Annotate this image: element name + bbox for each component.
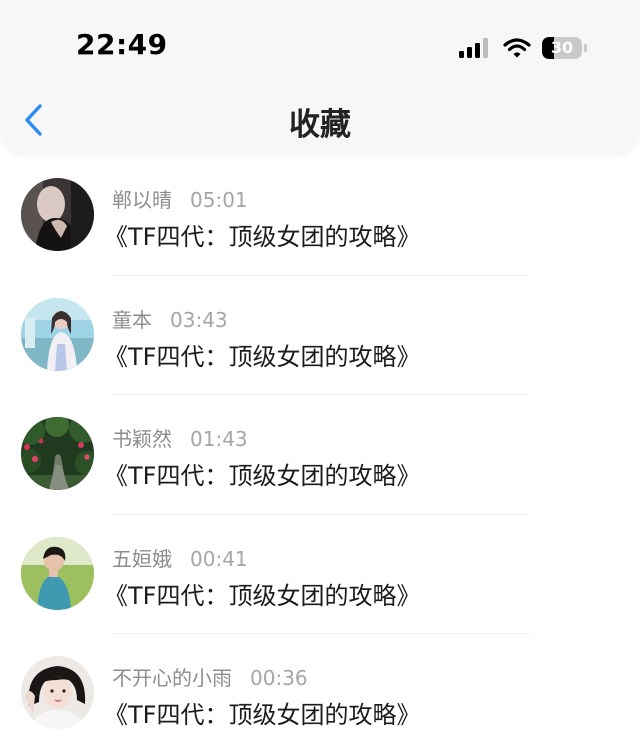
battery-tip: [584, 44, 587, 52]
timestamp: 03:43: [170, 307, 228, 332]
timestamp: 00:36: [250, 666, 308, 690]
avatar[interactable]: [21, 656, 94, 729]
avatar-image: [21, 178, 94, 251]
username[interactable]: 不开心的小雨: [112, 666, 232, 690]
avatar[interactable]: [21, 536, 94, 610]
header-panel: 22:49 30 收藏: [0, 0, 640, 154]
wifi-icon: [503, 38, 531, 58]
avatar-image: [21, 656, 94, 729]
status-time: 22:49: [76, 28, 168, 61]
cellular-signal-icon: [459, 38, 488, 58]
username[interactable]: 书颖然: [112, 427, 172, 451]
avatar-image: [21, 536, 94, 610]
username[interactable]: 五姮娥: [112, 547, 172, 571]
user-line: 五姮娥 00:41: [112, 543, 248, 572]
user-line: 童本 03:43: [112, 304, 228, 333]
page-title: 收藏: [289, 107, 351, 143]
list-item[interactable]: 郸以晴 05:01 《TF四代：顶级女团的攻略》: [0, 156, 640, 276]
list-item[interactable]: 书颖然 01:43 《TF四代：顶级女团的攻略》: [0, 395, 640, 515]
battery-body: 30: [542, 37, 582, 59]
story-title[interactable]: 《TF四代：顶级女团的攻略》: [104, 217, 420, 252]
story-title[interactable]: 《TF四代：顶级女团的攻略》: [104, 337, 420, 372]
user-line: 书颖然 01:43: [112, 423, 248, 452]
battery-level: 30: [550, 38, 574, 57]
username[interactable]: 郸以晴: [112, 188, 172, 212]
timestamp: 05:01: [190, 188, 248, 212]
user-line: 不开心的小雨 00:36: [112, 662, 308, 691]
avatar[interactable]: [21, 297, 94, 371]
list-item[interactable]: 不开心的小雨 00:36 《TF四代：顶级女团的攻略》: [0, 634, 640, 753]
timestamp: 01:43: [190, 427, 248, 451]
story-title[interactable]: 《TF四代：顶级女团的攻略》: [104, 456, 420, 491]
avatar[interactable]: [21, 417, 94, 490]
timestamp: 00:41: [190, 546, 248, 571]
battery-indicator: 30: [542, 37, 588, 59]
user-line: 郸以晴 05:01: [112, 184, 248, 213]
list-item[interactable]: 童本 03:43 《TF四代：顶级女团的攻略》: [0, 276, 640, 395]
favorites-list: 郸以晴 05:01 《TF四代：顶级女团的攻略》 童本 03:43 《TF四代：…: [0, 156, 640, 753]
avatar[interactable]: [21, 178, 94, 251]
story-title[interactable]: 《TF四代：顶级女团的攻略》: [104, 576, 420, 611]
username[interactable]: 童本: [112, 308, 152, 332]
avatar-image: [21, 297, 94, 371]
list-item[interactable]: 五姮娥 00:41 《TF四代：顶级女团的攻略》: [0, 515, 640, 634]
story-title[interactable]: 《TF四代：顶级女团的攻略》: [104, 695, 420, 730]
avatar-image: [21, 417, 94, 490]
favorites-screen: 22:49 30 收藏 郸以晴 05:01 《TF四代：顶级女团的攻略》 童本 …: [0, 0, 640, 753]
